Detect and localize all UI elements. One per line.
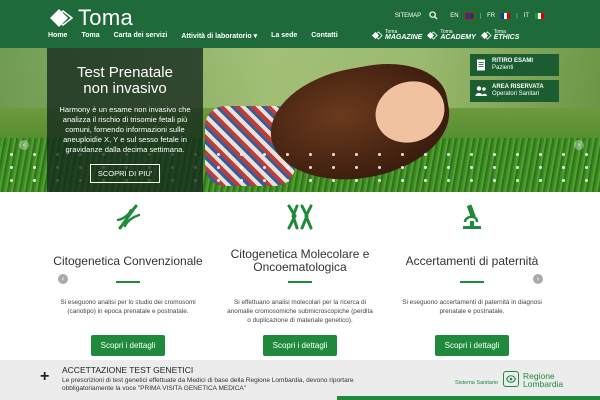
logo-diamond-icon xyxy=(372,30,383,40)
search-icon[interactable] xyxy=(429,11,438,20)
area-riservata-title: AREA RISERVATA xyxy=(492,84,544,90)
logo[interactable]: Toma xyxy=(48,5,133,31)
service-details-button[interactable]: Scopri i dettagli xyxy=(90,335,166,356)
nav-toma[interactable]: Toma xyxy=(81,32,99,40)
logo-diamond-icon xyxy=(50,9,74,27)
regione-lombardia-logo: Regione Lombardia xyxy=(523,372,564,389)
brand-name: ACADEMY xyxy=(440,34,476,41)
lang-it-link[interactable]: IT xyxy=(524,13,529,19)
hero-next-arrow[interactable]: › xyxy=(574,140,584,150)
main-nav: Home Toma Carta dei servizi Attività di … xyxy=(48,32,338,40)
microscope-icon xyxy=(463,204,481,229)
notice-text: Le prescrizioni di test genetici effettu… xyxy=(62,377,354,392)
service-title: Accertamenti di paternità xyxy=(405,253,539,268)
brand-ethics-link[interactable]: Toma ETHICS xyxy=(480,29,520,41)
service-divider xyxy=(116,281,140,283)
nav-la-sede[interactable]: La sede xyxy=(271,32,297,40)
nav-carta-servizi[interactable]: Carta dei servizi xyxy=(114,32,168,40)
logo-diamond-icon xyxy=(480,30,492,40)
service-divider xyxy=(288,281,312,283)
service-title: Citogenetica Convenzionale xyxy=(53,253,203,268)
expand-plus-icon[interactable]: + xyxy=(40,368,49,386)
green-accent-bar xyxy=(337,396,600,400)
service-card-citogenetica-convenzionale: Citogenetica Convenzionale Si eseguono a… xyxy=(43,192,213,356)
brand-magazine-link[interactable]: Toma MAGAZINE xyxy=(371,29,422,41)
service-details-button[interactable]: Scopri i dettagli xyxy=(262,335,338,356)
ritiro-esami-subtitle: Pazienti xyxy=(492,65,514,71)
notice-title[interactable]: ACCETTAZIONE TEST GENETICI xyxy=(62,365,193,375)
notice-banner: + ACCETTAZIONE TEST GENETICI Le prescriz… xyxy=(0,360,600,400)
nav-contatti[interactable]: Contatti xyxy=(311,32,337,40)
service-details-button[interactable]: Scopri i dettagli xyxy=(434,335,510,356)
sitemap-link[interactable]: SITEMAP xyxy=(395,13,421,19)
sistema-sanitario-label: Sistema Sanitario xyxy=(455,380,499,386)
ritiro-esami-title: RITIRO ESAMI xyxy=(492,58,534,64)
nav-home[interactable]: Home xyxy=(48,32,67,40)
hero-cta-button[interactable]: SCOPRI DI PIU' xyxy=(89,164,161,183)
area-riservata-subtitle: Operatori Sanitari xyxy=(492,91,540,97)
users-icon xyxy=(475,86,487,96)
lang-fr-link[interactable]: FR xyxy=(487,13,495,19)
service-description: Si eseguono analisi per lo studio dei cr… xyxy=(60,299,196,315)
area-riservata-button[interactable]: AREA RISERVATA Operatori Sanitari xyxy=(470,80,559,102)
hero-promo-box: Test Prenatale non invasivo Harmony è un… xyxy=(47,48,203,192)
fr-flag-icon[interactable] xyxy=(501,12,511,19)
lang-en-link[interactable]: EN xyxy=(450,13,458,19)
hero-prev-arrow[interactable]: ‹ xyxy=(19,140,29,150)
it-flag-icon[interactable] xyxy=(535,12,544,19)
lombardia-label: Lombardia xyxy=(523,379,564,389)
service-title: Citogenetica Molecolare e Oncoematologic… xyxy=(230,247,370,274)
logo-text: Toma xyxy=(78,5,133,30)
hero-slider: ‹ › Test Prenatale non invasivo Harmony … xyxy=(0,48,600,192)
brand-name: ETHICS xyxy=(493,34,520,41)
document-icon xyxy=(477,59,485,71)
uk-flag-icon[interactable] xyxy=(464,12,474,19)
service-description: Si effettuano analisi molecolari per la … xyxy=(227,299,373,324)
hero-description: Harmony è un esame non invasivo che anal… xyxy=(59,105,191,154)
nav-attivita-laboratorio[interactable]: Attività di laboratorio ▾ xyxy=(181,32,257,40)
utility-bar: SITEMAP EN | FR | IT xyxy=(395,11,544,20)
service-divider xyxy=(460,281,484,283)
service-card-paternita: Accertamenti di paternità Si eseguono ac… xyxy=(387,192,557,356)
chromosome-icon xyxy=(287,204,313,230)
dna-icon xyxy=(116,204,141,230)
hero-title: Test Prenatale non invasivo xyxy=(47,65,203,97)
service-description: Si eseguono accertamenti di paternità in… xyxy=(402,299,542,315)
hero-title-line2: non invasivo xyxy=(83,80,167,97)
brand-name: MAGAZINE xyxy=(385,34,423,41)
ritiro-esami-button[interactable]: RITIRO ESAMI Pazienti xyxy=(470,54,559,76)
services-section: ‹ › Citogenetica Convenzionale Si eseguo… xyxy=(0,192,600,360)
brand-links: Toma MAGAZINE Toma ACADEMY Toma ETHICS xyxy=(371,29,519,41)
hero-title-line1: Test Prenatale xyxy=(77,64,173,81)
service-card-citogenetica-molecolare: Citogenetica Molecolare e Oncoematologic… xyxy=(215,192,385,356)
logo-diamond-icon xyxy=(427,30,438,40)
brand-academy-link[interactable]: Toma ACADEMY xyxy=(426,29,476,41)
regione-lombardia-logo-icon xyxy=(503,371,519,387)
site-header: Toma SITEMAP EN | FR | IT Home Toma Cart… xyxy=(0,0,600,48)
